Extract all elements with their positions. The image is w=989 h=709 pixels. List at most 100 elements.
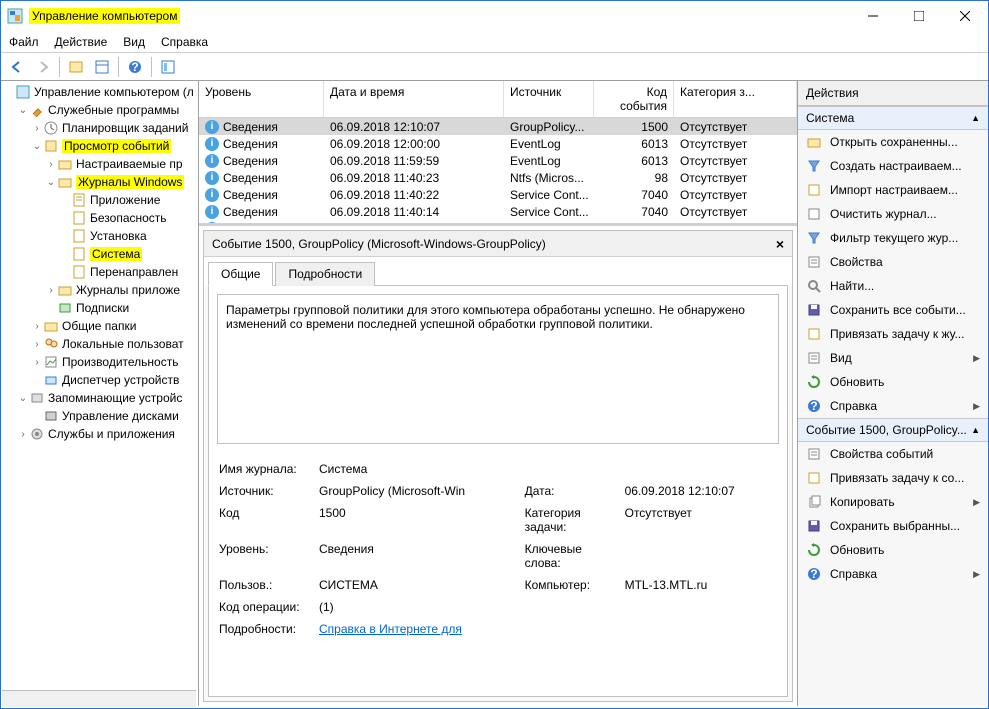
action-group-system[interactable]: Система▲ bbox=[798, 106, 988, 130]
center-pane: Уровень Дата и время Источник Код событи… bbox=[199, 81, 798, 706]
action-icon: ? bbox=[806, 566, 822, 582]
services-icon bbox=[29, 426, 45, 442]
tree-item[interactable]: ›Планировщик заданий bbox=[3, 119, 196, 137]
tree-item[interactable]: Приложение bbox=[3, 191, 196, 209]
actions-pane: Действия Система▲ Открыть сохраненны...С… bbox=[798, 81, 988, 706]
close-detail-button[interactable]: × bbox=[776, 236, 784, 252]
log-icon bbox=[71, 228, 87, 244]
tree-item[interactable]: ⌄Служебные программы bbox=[3, 101, 196, 119]
col-source[interactable]: Источник bbox=[504, 81, 594, 117]
event-row[interactable]: iСведения 06.09.2018 12:10:07 GroupPolic… bbox=[199, 118, 797, 135]
forward-button[interactable] bbox=[31, 55, 55, 79]
tree-item[interactable]: Перенаправлен bbox=[3, 263, 196, 281]
tree-scrollbar[interactable] bbox=[2, 690, 196, 706]
maximize-button[interactable] bbox=[896, 1, 942, 31]
event-row[interactable]: iСведения 06.09.2018 12:00:00 EventLog 6… bbox=[199, 135, 797, 152]
show-hide-tree-button[interactable] bbox=[64, 55, 88, 79]
tree-item[interactable]: ›Локальные пользоват bbox=[3, 335, 196, 353]
col-category[interactable]: Категория з... bbox=[674, 81, 797, 117]
tree-item[interactable]: Подписки bbox=[3, 299, 196, 317]
action-group-event[interactable]: Событие 1500, GroupPolicy...▲ bbox=[798, 418, 988, 442]
action-item[interactable]: ?Справка▶ bbox=[798, 562, 988, 586]
tree-event-viewer[interactable]: ⌄Просмотр событий bbox=[3, 137, 196, 155]
action-icon bbox=[806, 182, 822, 198]
tree-item[interactable]: Установка bbox=[3, 227, 196, 245]
action-item[interactable]: Сохранить все событи... bbox=[798, 298, 988, 322]
action-item[interactable]: Открыть сохраненны... bbox=[798, 130, 988, 154]
col-date[interactable]: Дата и время bbox=[324, 81, 504, 117]
menu-action[interactable]: Действие bbox=[55, 35, 108, 49]
collapse-icon[interactable]: ▲ bbox=[971, 425, 980, 435]
col-event-id[interactable]: Код события bbox=[594, 81, 674, 117]
col-level[interactable]: Уровень bbox=[199, 81, 324, 117]
log-icon bbox=[71, 264, 87, 280]
menu-view[interactable]: Вид bbox=[123, 35, 145, 49]
tab-details[interactable]: Подробности bbox=[275, 262, 375, 286]
action-item[interactable]: Создать настраиваем... bbox=[798, 154, 988, 178]
tree-item[interactable]: Управление дисками bbox=[3, 407, 196, 425]
action-item[interactable]: Свойства событий bbox=[798, 442, 988, 466]
disk-mgmt-icon bbox=[43, 408, 59, 424]
properties-button[interactable] bbox=[90, 55, 114, 79]
action-item[interactable]: Обновить bbox=[798, 538, 988, 562]
actions-header: Действия bbox=[798, 81, 988, 106]
close-button[interactable] bbox=[942, 1, 988, 31]
action-item[interactable]: Копировать▶ bbox=[798, 490, 988, 514]
action-icon bbox=[806, 326, 822, 342]
list-header[interactable]: Уровень Дата и время Источник Код событи… bbox=[199, 81, 797, 118]
tree-item[interactable]: ›Журналы приложе bbox=[3, 281, 196, 299]
action-item[interactable]: Свойства bbox=[798, 250, 988, 274]
action-item[interactable]: Фильтр текущего жур... bbox=[798, 226, 988, 250]
tree-item[interactable]: ›Настраиваемые пр bbox=[3, 155, 196, 173]
action-item[interactable]: Найти... bbox=[798, 274, 988, 298]
tree-item[interactable]: ›Производительность bbox=[3, 353, 196, 371]
tree-item[interactable]: ›Службы и приложения bbox=[3, 425, 196, 443]
tree-system-log[interactable]: Система bbox=[3, 245, 196, 263]
tree-item[interactable]: Безопасность bbox=[3, 209, 196, 227]
back-button[interactable] bbox=[5, 55, 29, 79]
view-button[interactable] bbox=[156, 55, 180, 79]
event-row[interactable]: iСведения 06.09.2018 11:40:14 Service Co… bbox=[199, 203, 797, 220]
tree-item[interactable]: ⌄Запоминающие устройс bbox=[3, 389, 196, 407]
action-item[interactable]: ?Справка▶ bbox=[798, 394, 988, 418]
tree-root[interactable]: Управление компьютером (л bbox=[3, 83, 196, 101]
help-button[interactable]: ? bbox=[123, 55, 147, 79]
action-icon bbox=[806, 158, 822, 174]
action-item[interactable]: Сохранить выбранны... bbox=[798, 514, 988, 538]
performance-icon bbox=[43, 354, 59, 370]
info-icon: i bbox=[205, 137, 219, 151]
tree-windows-logs[interactable]: ⌄Журналы Windows bbox=[3, 173, 196, 191]
log-icon bbox=[71, 246, 87, 262]
action-item[interactable]: Импорт настраиваем... bbox=[798, 178, 988, 202]
event-row[interactable]: iСведения 06.09.2018 11:40:22 Service Co… bbox=[199, 186, 797, 203]
action-item[interactable]: Очистить журнал... bbox=[798, 202, 988, 226]
menu-help[interactable]: Справка bbox=[161, 35, 208, 49]
collapse-icon[interactable]: ▲ bbox=[971, 113, 980, 123]
event-row[interactable]: iСведения 06.09.2018 11:59:59 EventLog 6… bbox=[199, 152, 797, 169]
event-detail-pane: Событие 1500, GroupPolicy (Microsoft-Win… bbox=[203, 230, 793, 702]
tree-item[interactable]: Диспетчер устройств bbox=[3, 371, 196, 389]
action-icon bbox=[806, 374, 822, 390]
action-item[interactable]: Обновить bbox=[798, 370, 988, 394]
event-row[interactable]: iСведения 06.09.2018 11:40:23 Ntfs (Micr… bbox=[199, 169, 797, 186]
menu-file[interactable]: Файл bbox=[9, 35, 39, 49]
tools-icon bbox=[29, 102, 45, 118]
action-item[interactable]: Привязать задачу к со... bbox=[798, 466, 988, 490]
nav-tree[interactable]: Управление компьютером (л ⌄Служебные про… bbox=[1, 81, 199, 706]
titlebar: Управление компьютером bbox=[1, 1, 988, 31]
folder-icon bbox=[57, 282, 73, 298]
scheduler-icon bbox=[43, 120, 59, 136]
action-icon bbox=[806, 230, 822, 246]
minimize-button[interactable] bbox=[850, 1, 896, 31]
event-row[interactable]: iСведения 06.09.2018 11:33:53 GroupPolic… bbox=[199, 220, 797, 226]
online-help-link[interactable]: Справка в Интернете для bbox=[319, 622, 462, 636]
folder-icon bbox=[57, 174, 73, 190]
svg-text:?: ? bbox=[131, 60, 138, 74]
action-item[interactable]: Привязать задачу к жу... bbox=[798, 322, 988, 346]
tree-item[interactable]: ›Общие папки bbox=[3, 317, 196, 335]
svg-text:?: ? bbox=[810, 567, 817, 581]
event-list[interactable]: Уровень Дата и время Источник Код событи… bbox=[199, 81, 797, 226]
action-item[interactable]: Вид▶ bbox=[798, 346, 988, 370]
tab-general[interactable]: Общие bbox=[208, 262, 273, 286]
subscription-icon bbox=[57, 300, 73, 316]
